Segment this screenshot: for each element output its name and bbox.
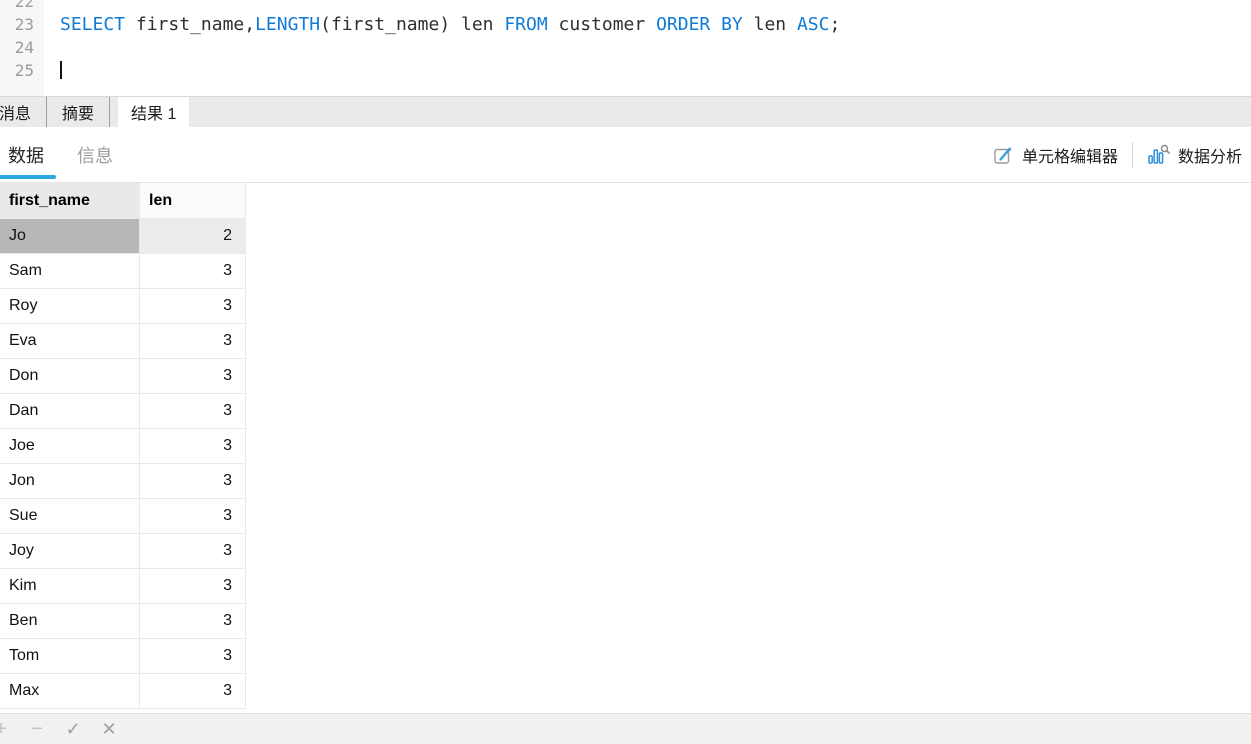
sql-text: ; (829, 14, 840, 35)
cell-len[interactable]: 3 (140, 604, 246, 639)
cell-editor-button[interactable]: 单元格编辑器 (993, 143, 1118, 167)
add-record-icon[interactable]: + (0, 718, 19, 741)
cell-editor-label: 单元格编辑器 (1022, 143, 1118, 167)
tab-info-label: 信息 (77, 142, 113, 168)
cell-len[interactable]: 3 (140, 324, 246, 359)
table-row[interactable]: Sam3 (0, 254, 1251, 289)
sql-editor[interactable]: 22 23 24 25 SELECT first_name,LENGTH(fir… (0, 0, 1251, 96)
table-row[interactable]: Eva3 (0, 324, 1251, 359)
result-tab-bar: 消息 摘要 结果 1 (0, 96, 1251, 127)
sql-text: (first_name) len (320, 14, 504, 35)
chart-search-icon (1147, 144, 1171, 166)
apply-changes-icon[interactable]: ✓ (55, 719, 91, 740)
table-row[interactable]: Sue3 (0, 499, 1251, 534)
cell-len[interactable]: 3 (140, 359, 246, 394)
sql-text: len (743, 14, 797, 35)
text-cursor (60, 61, 62, 79)
sql-text: first_name, (125, 14, 255, 35)
tab-messages[interactable]: 消息 (0, 97, 47, 127)
active-tab-underline (0, 175, 56, 179)
sql-statement: SELECT first_name,LENGTH(first_name) len… (60, 14, 840, 35)
result-grid: first_name len Jo2Sam3Roy3Eva3Don3Dan3Jo… (0, 183, 1251, 713)
cell-len[interactable]: 2 (140, 219, 246, 254)
cell-len[interactable]: 3 (140, 534, 246, 569)
grid-header: first_name len (0, 183, 1251, 219)
data-analysis-button[interactable]: 数据分析 (1147, 143, 1242, 167)
toolbar-divider (1132, 142, 1133, 168)
sql-text: customer (548, 14, 656, 35)
tab-summary[interactable]: 摘要 (47, 97, 110, 127)
line-number-gutter: 22 23 24 25 (0, 0, 44, 96)
cell-first-name[interactable]: Jo (0, 219, 140, 254)
cell-first-name[interactable]: Sue (0, 499, 140, 534)
cell-first-name[interactable]: Eva (0, 324, 140, 359)
cell-len[interactable]: 3 (140, 394, 246, 429)
record-toolbar: + − ✓ ✕ (0, 713, 1251, 744)
discard-changes-icon[interactable]: ✕ (91, 719, 127, 740)
cell-first-name[interactable]: Dan (0, 394, 140, 429)
data-analysis-label: 数据分析 (1178, 143, 1242, 167)
line-number: 24 (0, 36, 34, 59)
tab-info[interactable]: 信息 (77, 127, 113, 182)
cell-first-name[interactable]: Roy (0, 289, 140, 324)
sql-code-area[interactable]: SELECT first_name,LENGTH(first_name) len… (44, 0, 1251, 96)
table-row[interactable]: Jon3 (0, 464, 1251, 499)
table-row[interactable]: Jo2 (0, 219, 1251, 254)
sql-line-25[interactable] (60, 59, 1251, 82)
table-row[interactable]: Joy3 (0, 534, 1251, 569)
cell-first-name[interactable]: Tom (0, 639, 140, 674)
cell-len[interactable]: 3 (140, 464, 246, 499)
cell-len[interactable]: 3 (140, 289, 246, 324)
cell-len[interactable]: 3 (140, 499, 246, 534)
sql-line-22[interactable] (60, 0, 1251, 13)
cell-first-name[interactable]: Sam (0, 254, 140, 289)
tab-data-label: 数据 (8, 142, 44, 168)
cell-len[interactable]: 3 (140, 429, 246, 464)
result-view-toolbar: 数据 信息 单元格编辑器 (0, 127, 1251, 183)
line-number: 25 (0, 59, 34, 82)
table-row[interactable]: Don3 (0, 359, 1251, 394)
query-result-window: 22 23 24 25 SELECT first_name,LENGTH(fir… (0, 0, 1251, 744)
table-row[interactable]: Kim3 (0, 569, 1251, 604)
cell-first-name[interactable]: Kim (0, 569, 140, 604)
tab-result-1[interactable]: 结果 1 (118, 97, 189, 127)
sql-line-23[interactable]: SELECT first_name,LENGTH(first_name) len… (60, 13, 1251, 36)
sql-keyword: ASC (797, 14, 830, 35)
sql-keyword: ORDER BY (656, 14, 743, 35)
sql-keyword: SELECT (60, 14, 125, 35)
sql-keyword: LENGTH (255, 14, 320, 35)
table-row[interactable]: Joe3 (0, 429, 1251, 464)
cell-first-name[interactable]: Ben (0, 604, 140, 639)
table-row[interactable]: Roy3 (0, 289, 1251, 324)
column-header-len[interactable]: len (140, 183, 246, 219)
cell-first-name[interactable]: Jon (0, 464, 140, 499)
table-row[interactable]: Ben3 (0, 604, 1251, 639)
cell-first-name[interactable]: Max (0, 674, 140, 709)
cell-len[interactable]: 3 (140, 674, 246, 709)
table-row[interactable]: Tom3 (0, 639, 1251, 674)
cell-first-name[interactable]: Don (0, 359, 140, 394)
line-number: 23 (0, 13, 34, 36)
cell-len[interactable]: 3 (140, 639, 246, 674)
pencil-edit-icon (993, 144, 1015, 166)
grid-body: Jo2Sam3Roy3Eva3Don3Dan3Joe3Jon3Sue3Joy3K… (0, 219, 1251, 709)
column-header-first-name[interactable]: first_name (0, 183, 140, 219)
sql-line-24[interactable] (60, 36, 1251, 59)
delete-record-icon[interactable]: − (19, 718, 55, 741)
cell-len[interactable]: 3 (140, 254, 246, 289)
tab-data[interactable]: 数据 (8, 127, 44, 182)
line-number: 22 (0, 0, 34, 13)
toolbar-actions: 单元格编辑器 数据分析 (993, 127, 1242, 182)
cell-first-name[interactable]: Joe (0, 429, 140, 464)
cell-len[interactable]: 3 (140, 569, 246, 604)
cell-first-name[interactable]: Joy (0, 534, 140, 569)
table-row[interactable]: Dan3 (0, 394, 1251, 429)
sql-keyword: FROM (504, 14, 547, 35)
table-row[interactable]: Max3 (0, 674, 1251, 709)
